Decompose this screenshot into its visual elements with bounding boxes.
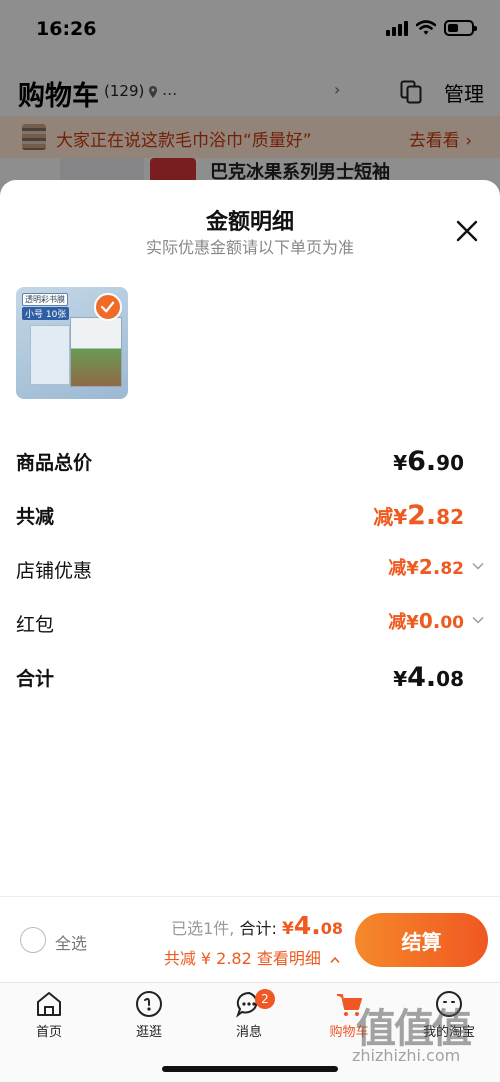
tab-messages[interactable]: 2 消息 bbox=[209, 989, 289, 1043]
product-size-label: 小号 10张 bbox=[22, 307, 70, 320]
total-currency: ¥ bbox=[281, 919, 294, 939]
row-amount: ¥6.90 bbox=[393, 446, 464, 477]
chevron-up-icon bbox=[330, 956, 340, 963]
tab-label: 逛逛 bbox=[135, 1025, 162, 1040]
row-grand-total: 合计 ¥4.08 bbox=[16, 662, 484, 694]
row-total-discount: 共减 减¥2.82 bbox=[16, 500, 484, 532]
row-label: 商品总价 bbox=[16, 452, 93, 474]
row-red-packet[interactable]: 红包 减¥0.00 bbox=[16, 608, 484, 640]
product-thumbnail[interactable]: 透明彩书膜 小号 10张 bbox=[16, 287, 128, 399]
row-label: 红包 bbox=[16, 614, 55, 636]
row-label: 店铺优惠 bbox=[16, 560, 93, 582]
view-detail-label[interactable]: 查看明细 bbox=[257, 949, 321, 968]
chevron-down-icon[interactable] bbox=[472, 614, 484, 626]
close-icon[interactable] bbox=[456, 220, 478, 242]
select-all-radio[interactable] bbox=[20, 927, 46, 953]
row-store-discount[interactable]: 店铺优惠 减¥2.82 bbox=[16, 554, 484, 586]
selected-check-icon bbox=[94, 293, 122, 321]
sheet-subtitle: 实际优惠金额请以下单页为准 bbox=[145, 238, 354, 257]
tab-label: 消息 bbox=[235, 1025, 262, 1040]
row-label: 合计 bbox=[16, 668, 55, 690]
row-amount: ¥4.08 bbox=[393, 662, 464, 693]
message-badge: 2 bbox=[255, 989, 275, 1009]
watermark: 值值值 zhizhizhi.com bbox=[352, 996, 492, 1072]
tab-label: 首页 bbox=[35, 1025, 62, 1040]
row-amount: 减¥2.82 bbox=[373, 500, 464, 531]
checkout-button[interactable]: 结算 bbox=[355, 913, 488, 967]
discount-detail-link[interactable]: 共减 ¥ 2.82 查看明细 bbox=[164, 945, 340, 969]
product-book-image bbox=[70, 317, 122, 387]
row-amount: 减¥0.00 bbox=[388, 609, 464, 633]
product-label: 透明彩书膜 bbox=[22, 293, 68, 306]
discount-text: 共减 ¥ 2.82 bbox=[163, 949, 252, 968]
sheet-title: 金额明细 bbox=[205, 210, 294, 235]
modal-overlay[interactable] bbox=[0, 0, 500, 200]
row-goods-total: 商品总价 ¥6.90 bbox=[16, 446, 484, 478]
total-amount: 4. bbox=[293, 911, 321, 940]
selected-count: 已选1件, bbox=[171, 919, 235, 938]
product-pack-image bbox=[30, 325, 70, 385]
total-decimals: 08 bbox=[320, 919, 343, 938]
row-amount: 减¥2.82 bbox=[388, 555, 464, 579]
chevron-down-icon[interactable] bbox=[472, 560, 484, 572]
watermark-text: zhizhizhi.com bbox=[352, 1046, 461, 1065]
selection-summary: 已选1件, 合计: ¥4.08 bbox=[171, 911, 343, 940]
explore-icon bbox=[136, 991, 162, 1017]
select-all-label[interactable]: 全选 bbox=[55, 930, 87, 954]
amount-detail-sheet: 金额明细 实际优惠金额请以下单页为准 透明彩书膜 小号 10张 商品总价 ¥6.… bbox=[0, 180, 500, 982]
tab-home[interactable]: 首页 bbox=[9, 989, 89, 1043]
tab-explore[interactable]: 逛逛 bbox=[109, 989, 189, 1043]
row-label: 共减 bbox=[16, 506, 55, 528]
checkout-bar: 全选 已选1件, 合计: ¥4.08 共减 ¥ 2.82 查看明细 结算 bbox=[0, 896, 500, 982]
home-indicator bbox=[162, 1066, 338, 1072]
total-label: 合计: bbox=[239, 919, 277, 938]
home-icon bbox=[37, 992, 61, 1016]
